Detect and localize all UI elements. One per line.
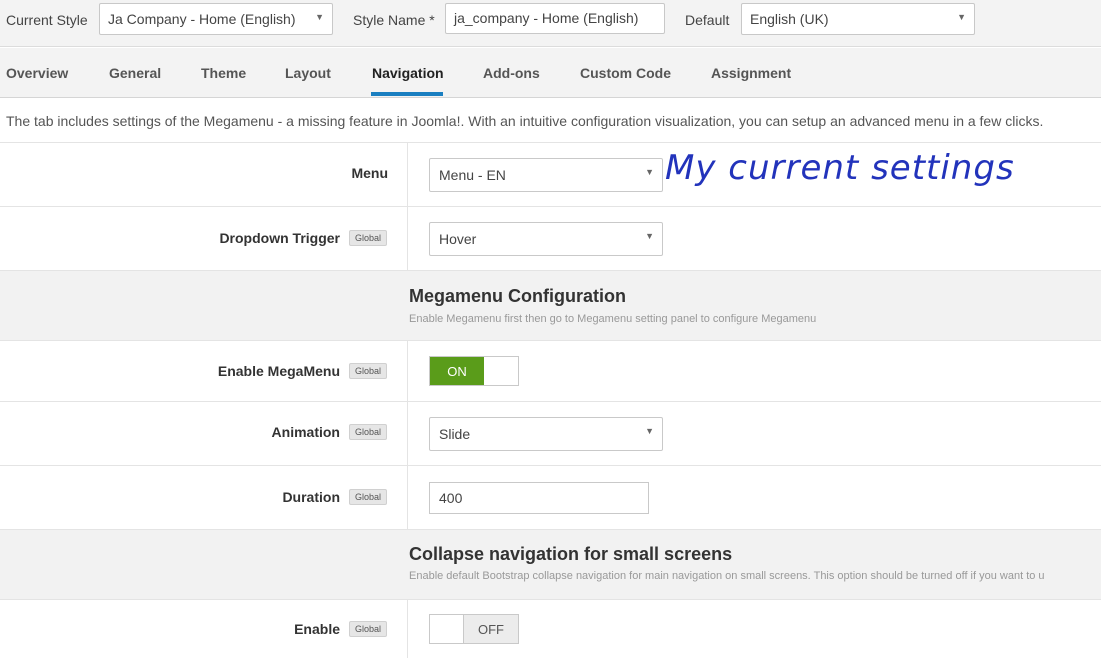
current-style-value: Ja Company - Home (English)	[108, 11, 296, 27]
enable-collapse-toggle[interactable]: OFF	[429, 614, 519, 644]
chevron-down-icon: ▼	[315, 12, 324, 22]
row-divider	[407, 402, 408, 465]
global-badge: Global	[349, 424, 388, 440]
duration-label: Duration	[282, 489, 340, 505]
field-row-enable-megamenu: Enable MegaMenu Global ON	[0, 341, 1101, 402]
dropdown-trigger-select[interactable]: Hover ▼	[429, 222, 663, 256]
field-row-duration: Duration Global 400	[0, 466, 1101, 530]
enable-megamenu-label: Enable MegaMenu	[217, 363, 340, 379]
animation-select[interactable]: Slide ▼	[429, 417, 663, 451]
section-title: Collapse navigation for small screens	[409, 544, 733, 564]
chevron-down-icon: ▼	[957, 12, 966, 22]
row-divider	[407, 143, 408, 206]
enable-megamenu-toggle[interactable]: ON	[429, 356, 519, 386]
settings-tabs: Overview General Theme Layout Navigation…	[0, 48, 1101, 98]
dropdown-trigger-label: Dropdown Trigger	[219, 230, 340, 246]
global-badge: Global	[349, 621, 388, 637]
tab-theme[interactable]: Theme	[201, 65, 246, 81]
style-name-input[interactable]: ja_company - Home (English)	[445, 3, 665, 34]
row-divider	[407, 466, 408, 529]
style-bar: Current Style Ja Company - Home (English…	[0, 0, 1101, 47]
style-name-label: Style Name *	[353, 12, 435, 28]
tab-layout[interactable]: Layout	[285, 65, 331, 81]
tab-overview[interactable]: Overview	[6, 65, 68, 81]
animation-value: Slide	[439, 426, 471, 442]
field-row-enable-collapse: Enable Global OFF	[0, 600, 1101, 658]
global-badge: Global	[349, 489, 388, 505]
current-style-label: Current Style	[6, 12, 88, 28]
style-name-value: ja_company - Home (English)	[454, 10, 639, 26]
duration-value: 400	[439, 490, 463, 506]
toggle-knob	[430, 615, 464, 643]
toggle-knob	[484, 357, 518, 385]
tab-general[interactable]: General	[109, 65, 161, 81]
tab-assignment[interactable]: Assignment	[711, 65, 791, 81]
tab-intro-text: The tab includes settings of the Megamen…	[6, 113, 1044, 129]
enable-collapse-label: Enable	[294, 621, 340, 637]
default-label: Default	[685, 12, 730, 28]
row-divider	[407, 341, 408, 401]
row-divider	[407, 600, 408, 658]
chevron-down-icon: ▼	[645, 167, 654, 177]
menu-value: Menu - EN	[439, 167, 506, 183]
tab-custom-code[interactable]: Custom Code	[580, 65, 671, 81]
animation-label: Animation	[271, 424, 340, 440]
row-divider	[407, 207, 408, 270]
menu-label: Menu	[351, 165, 388, 181]
global-badge: Global	[349, 363, 388, 379]
section-title: Megamenu Configuration	[409, 286, 626, 306]
field-row-animation: Animation Global Slide ▼	[0, 402, 1101, 466]
section-description: Enable default Bootstrap collapse naviga…	[409, 570, 1045, 582]
menu-select[interactable]: Menu - EN ▼	[429, 158, 663, 192]
default-language-select[interactable]: English (UK) ▼	[741, 3, 975, 35]
toggle-on-state: ON	[430, 357, 484, 385]
active-tab-indicator	[371, 92, 443, 96]
chevron-down-icon: ▼	[645, 231, 654, 241]
section-description: Enable Megamenu first then go to Megamen…	[409, 313, 817, 325]
current-style-select[interactable]: Ja Company - Home (English) ▼	[99, 3, 333, 35]
tab-add-ons[interactable]: Add-ons	[483, 65, 540, 81]
global-badge: Global	[349, 230, 388, 246]
section-megamenu: Megamenu Configuration Enable Megamenu f…	[0, 271, 1101, 341]
chevron-down-icon: ▼	[645, 426, 654, 436]
tab-navigation[interactable]: Navigation	[372, 65, 444, 81]
section-collapse-navigation: Collapse navigation for small screens En…	[0, 530, 1101, 600]
default-language-value: English (UK)	[750, 11, 829, 27]
duration-input[interactable]: 400	[429, 482, 649, 514]
dropdown-trigger-value: Hover	[439, 231, 477, 247]
field-row-dropdown-trigger: Dropdown Trigger Global Hover ▼	[0, 207, 1101, 271]
toggle-off-state: OFF	[464, 615, 518, 643]
handwritten-annotation: My current settings	[665, 148, 1015, 188]
